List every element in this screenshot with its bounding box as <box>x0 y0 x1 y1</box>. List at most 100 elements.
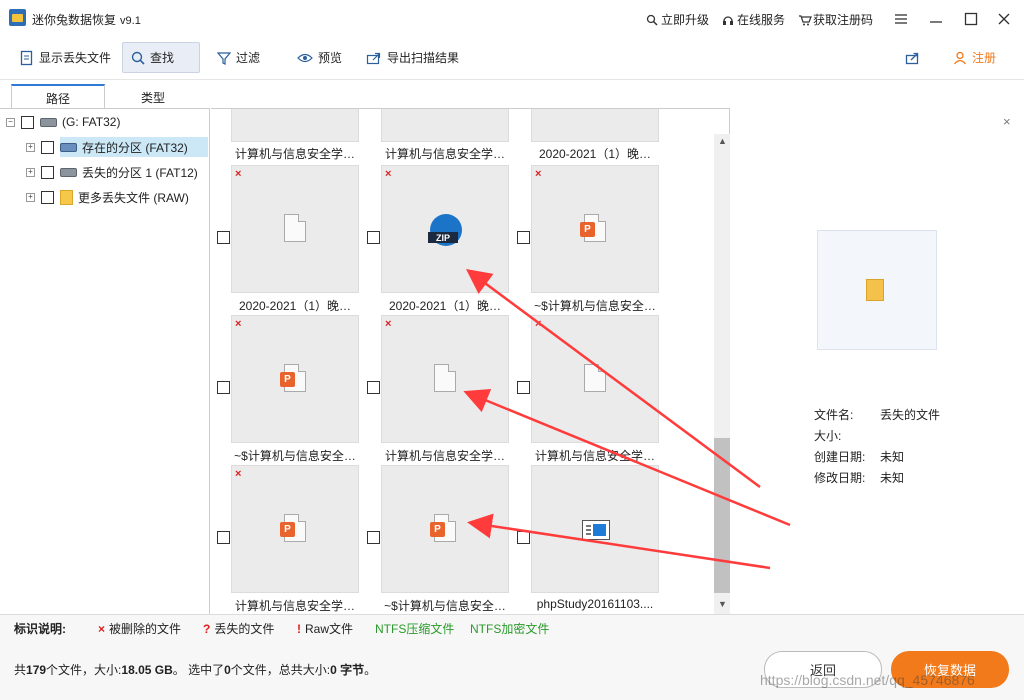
tab-type[interactable]: 类型 <box>106 84 200 110</box>
expand-icon[interactable]: + <box>26 142 35 152</box>
share-icon <box>905 52 919 64</box>
close-button[interactable] <box>994 9 1014 29</box>
info-label-size: 大小: <box>814 429 842 443</box>
online-service-link[interactable]: 在线服务 <box>722 11 785 28</box>
legend-raw: ! Raw文件 <box>297 621 354 637</box>
upgrade-link[interactable]: 立即升级 <box>646 11 709 28</box>
deleted-mark-icon: × <box>235 168 242 180</box>
thumbnail[interactable]: × <box>531 315 659 443</box>
file-list-icon <box>20 50 33 65</box>
preview-button[interactable]: 预览 <box>289 42 350 73</box>
tree-item-lost-partition[interactable]: + 丢失的分区 1 (FAT12) <box>26 162 198 182</box>
search-icon <box>131 51 145 65</box>
file-name: 2020-2021（1）晚… <box>538 147 652 161</box>
file-name: ~$计算机与信息安全… <box>234 449 356 463</box>
minimize-button[interactable] <box>926 9 946 29</box>
close-icon <box>998 13 1010 25</box>
checkbox[interactable] <box>517 381 530 394</box>
checkbox[interactable] <box>367 531 380 544</box>
app-title: 迷你兔数据恢复 v9.1 <box>32 13 141 27</box>
thumbnail-partial <box>531 109 659 142</box>
thumbnail[interactable]: × <box>231 165 359 293</box>
checkbox[interactable] <box>21 115 34 129</box>
checkbox[interactable] <box>41 190 54 204</box>
maximize-button[interactable] <box>961 9 981 29</box>
checkbox[interactable] <box>217 231 230 244</box>
ppt-doc-icon: P <box>430 514 456 542</box>
window-icon <box>582 520 610 540</box>
register-button[interactable]: 注册 <box>945 42 1004 73</box>
collapse-icon[interactable]: − <box>6 117 15 127</box>
filter-icon <box>217 51 231 65</box>
checkbox[interactable] <box>217 531 230 544</box>
view-tabs: 路径 类型 <box>0 82 210 110</box>
info-label-created: 创建日期: <box>814 450 866 464</box>
file-name: 2020-2021（1）晚… <box>238 299 352 313</box>
tree-item-existing-partition[interactable]: + 存在的分区 (FAT32) <box>26 137 208 157</box>
file-name: 计算机与信息安全学… <box>534 449 655 463</box>
checkbox[interactable] <box>41 140 54 154</box>
thumbnail-partial <box>231 109 359 142</box>
user-icon <box>953 51 967 64</box>
checkbox[interactable] <box>367 381 380 394</box>
magnifier-icon <box>646 14 658 26</box>
deleted-mark-icon: × <box>385 318 392 330</box>
deleted-mark-icon: × <box>535 168 542 180</box>
filter-button[interactable]: 过滤 <box>209 42 268 73</box>
minimize-icon <box>930 21 942 23</box>
find-button[interactable]: 查找 <box>122 42 200 73</box>
partition-icon <box>60 167 77 177</box>
expand-icon[interactable]: + <box>26 167 35 177</box>
tab-path[interactable]: 路径 <box>11 84 105 110</box>
deleted-mark-icon: × <box>98 621 106 636</box>
blank-doc-icon <box>584 364 606 392</box>
preview-panel <box>731 108 1024 614</box>
get-code-link[interactable]: 获取注册码 <box>798 11 873 28</box>
file-name: ~$计算机与信息安全… <box>384 599 506 613</box>
menu-button[interactable] <box>891 9 911 29</box>
thumbnail[interactable]: × P <box>531 165 659 293</box>
drive-icon <box>40 117 57 127</box>
maximize-icon <box>964 12 978 26</box>
app-version: v9.1 <box>120 15 141 27</box>
ppt-doc-icon: P <box>280 364 306 392</box>
checkbox[interactable] <box>41 165 54 179</box>
legend-ntfs-compressed: NTFS压缩文件 <box>375 622 455 636</box>
hamburger-icon <box>895 14 907 24</box>
partition-icon <box>60 142 77 152</box>
export-results-button[interactable]: 导出扫描结果 <box>358 42 467 73</box>
scrollbar-thumb[interactable] <box>714 438 730 593</box>
checkbox[interactable] <box>517 531 530 544</box>
export-icon <box>366 52 381 64</box>
info-label-modified: 修改日期: <box>814 471 866 485</box>
legend-ntfs-encrypted: NTFS加密文件 <box>470 622 550 636</box>
info-label-filename: 文件名: <box>814 408 854 422</box>
zip-icon: ZIP <box>428 214 462 246</box>
legend-deleted: × 被删除的文件 <box>98 621 182 637</box>
watermark: https://blog.csdn.net/qq_45746876 <box>760 672 975 688</box>
thumbnail[interactable]: × <box>381 315 509 443</box>
info-value-created: 未知 <box>880 450 905 464</box>
tree-item-more-lost-files[interactable]: + 更多丢失文件 (RAW) <box>26 187 189 207</box>
show-lost-files-button[interactable]: 显示丢失文件 <box>12 42 119 73</box>
file-name: 计算机与信息安全学… <box>384 147 505 161</box>
file-name: ~$计算机与信息安全… <box>534 299 656 313</box>
file-grid: 计算机与信息安全学… 计算机与信息安全学… 2020-2021（1）晚… × 20… <box>211 108 730 614</box>
checkbox[interactable] <box>217 381 230 394</box>
file-name: phpStudy20161103.... <box>536 597 654 611</box>
expand-icon[interactable]: + <box>26 192 35 202</box>
thumbnail[interactable]: P <box>381 465 509 593</box>
checkbox[interactable] <box>367 231 380 244</box>
share-button[interactable] <box>897 42 929 73</box>
thumbnail[interactable]: × ZIP <box>381 165 509 293</box>
thumbnail[interactable] <box>531 465 659 593</box>
checkbox[interactable] <box>517 231 530 244</box>
thumbnail[interactable]: × P <box>231 465 359 593</box>
deleted-mark-icon: × <box>235 318 242 330</box>
scroll-up-icon[interactable]: ▲ <box>718 136 727 146</box>
toolbar: 显示丢失文件 查找 过滤 预览 导出扫描结果 注册 <box>0 38 1024 80</box>
scroll-down-icon[interactable]: ▼ <box>718 599 727 609</box>
tree-root[interactable]: − (G: FAT32) <box>6 112 120 132</box>
preview-close-icon[interactable]: × <box>1003 114 1011 129</box>
thumbnail[interactable]: × P <box>231 315 359 443</box>
